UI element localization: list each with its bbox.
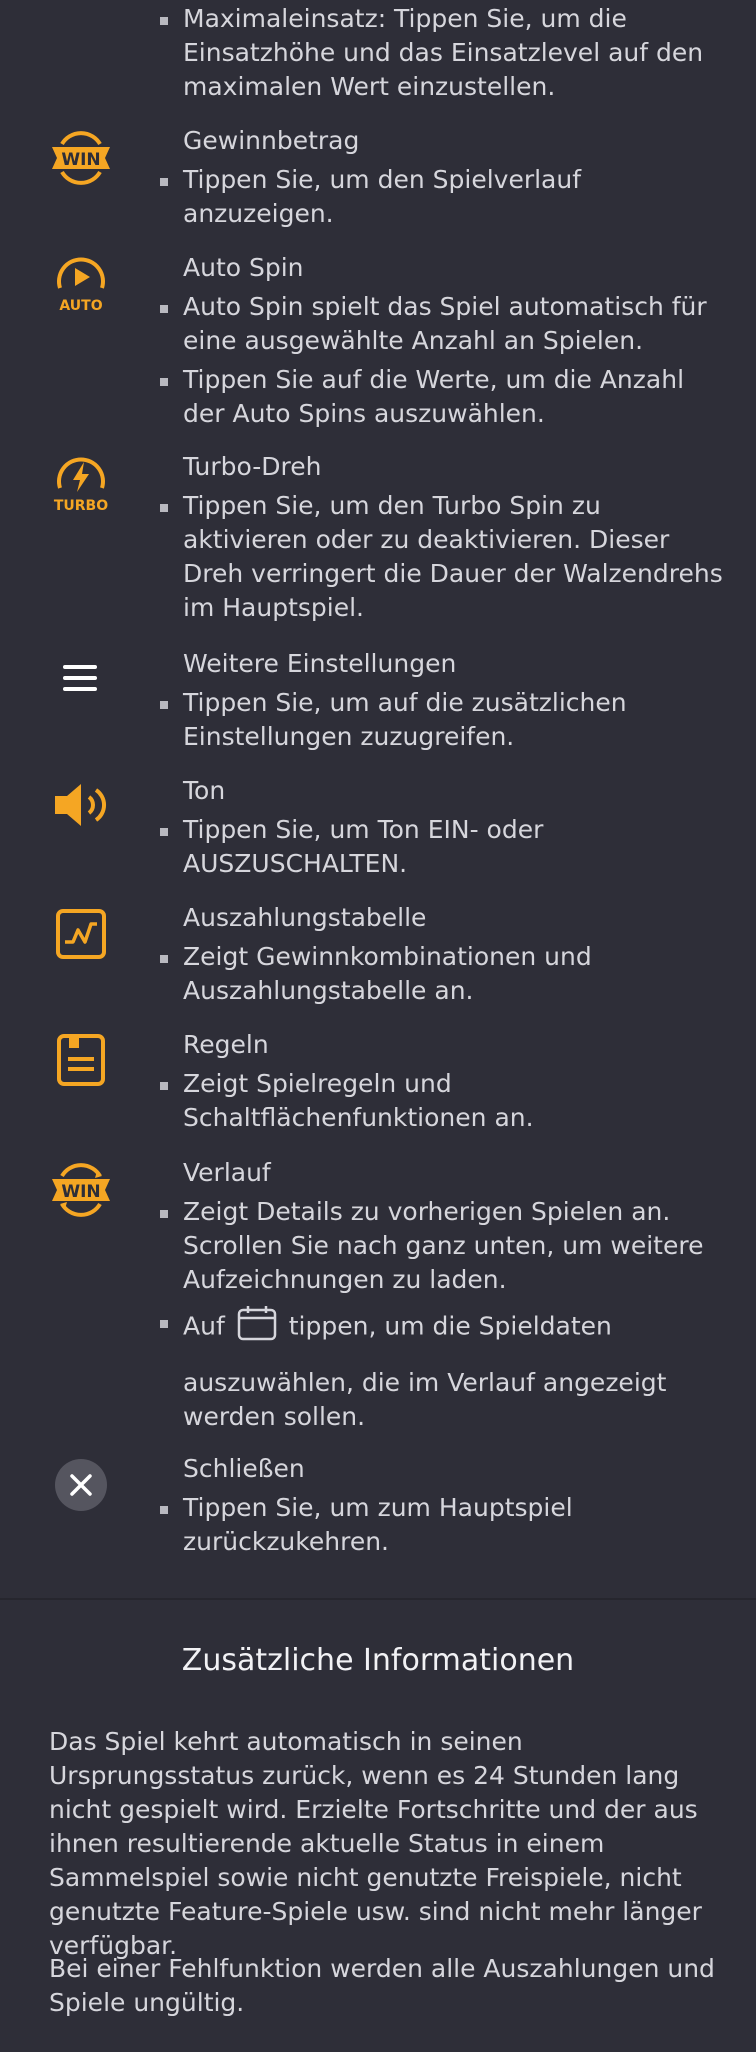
paytable-bullets: Zeigt Gewinnkombinationen und Auszahlung… — [155, 940, 725, 1013]
svg-text:AUTO: AUTO — [59, 298, 102, 314]
turbo-title: Turbo-Dreh — [183, 452, 322, 481]
calendar-bullet-before: Auf — [183, 1311, 225, 1341]
bullet: Auto Spin spielt das Spiel automatisch f… — [155, 290, 725, 358]
bullet: Tippen Sie, um den Turbo Spin zu aktivie… — [155, 489, 725, 625]
info-paragraph: Das Spiel kehrt automatisch in seinen Ur… — [49, 1727, 702, 1960]
bullet: Tippen Sie auf die Werte, um die Anzahl … — [155, 363, 725, 431]
sound-title: Ton — [183, 776, 226, 805]
max-bet-bullets: Maximaleinsatz: Tippen Sie, um die Einsa… — [155, 2, 725, 109]
history-title: Verlauf — [183, 1158, 271, 1187]
win-bullets: Tippen Sie, um den Spielverlauf anzuzeig… — [155, 163, 725, 236]
svg-text:WIN: WIN — [61, 1182, 100, 1202]
bullet: Zeigt Spielregeln und Schaltflächenfunkt… — [155, 1067, 725, 1135]
auto-spin-icon: AUTO — [44, 252, 118, 314]
menu-icon — [44, 648, 118, 708]
calendar-icon — [237, 1305, 277, 1350]
info-paragraph: Bei einer Fehlfunktion werden alle Ausza… — [49, 1954, 715, 2017]
bullet: Tippen Sie, um Ton EIN- oder AUSZUSCHALT… — [155, 813, 725, 881]
speaker-icon — [44, 775, 118, 835]
calendar-bullet: Auf tippen, um die Spieldaten auszuwählen… — [155, 1305, 725, 1434]
history-win-icon: WIN — [44, 1160, 118, 1220]
win-title: Gewinnbetrag — [183, 126, 360, 155]
rules-title: Regeln — [183, 1030, 269, 1059]
auto-spin-title: Auto Spin — [183, 253, 304, 282]
section-divider — [0, 1598, 756, 1600]
close-icon — [44, 1455, 118, 1515]
svg-text:TURBO: TURBO — [54, 498, 108, 514]
menu-title: Weitere Einstellungen — [183, 649, 457, 678]
bullet: Zeigt Details zu vorherigen Spielen an. … — [155, 1195, 725, 1297]
sound-bullets: Tippen Sie, um Ton EIN- oder AUSZUSCHALT… — [155, 813, 725, 886]
chart-icon — [44, 904, 118, 964]
turbo-bullets: Tippen Sie, um den Turbo Spin zu aktivie… — [155, 489, 725, 630]
win-icon: WIN — [44, 128, 118, 188]
menu-bullets: Tippen Sie, um auf die zusätzlichen Eins… — [155, 686, 725, 759]
paytable-title: Auszahlungstabelle — [183, 903, 427, 932]
close-title: Schließen — [183, 1454, 305, 1483]
auto-spin-bullets: Auto Spin spielt das Spiel automatisch f… — [155, 290, 725, 436]
turbo-icon: TURBO — [44, 452, 118, 514]
calendar-bullet-rest: auszuwählen, die im Verlauf angezeigt we… — [183, 1368, 667, 1431]
bullet: Tippen Sie, um den Spielverlauf anzuzeig… — [155, 163, 725, 231]
close-bullets: Tippen Sie, um zum Hauptspiel zurückzuke… — [155, 1491, 725, 1564]
calendar-bullet-after: tippen, um die Spieldaten — [288, 1311, 612, 1341]
bullet: Maximaleinsatz: Tippen Sie, um die Einsa… — [155, 2, 725, 104]
rules-icon — [44, 1030, 118, 1090]
history-bullets: Zeigt Details zu vorherigen Spielen an. … — [155, 1195, 725, 1439]
rules-bullets: Zeigt Spielregeln und Schaltflächenfunkt… — [155, 1067, 725, 1140]
bullet: Tippen Sie, um auf die zusätzlichen Eins… — [155, 686, 725, 754]
info-title: Zusätzliche Informationen — [181, 1643, 575, 1678]
bullet: Tippen Sie, um zum Hauptspiel zurückzuke… — [155, 1491, 725, 1559]
svg-text:WIN: WIN — [61, 150, 100, 170]
bullet: Zeigt Gewinnkombinationen und Auszahlung… — [155, 940, 725, 1008]
help-page: Maximaleinsatz: Tippen Sie, um die Einsa… — [0, 0, 756, 2052]
